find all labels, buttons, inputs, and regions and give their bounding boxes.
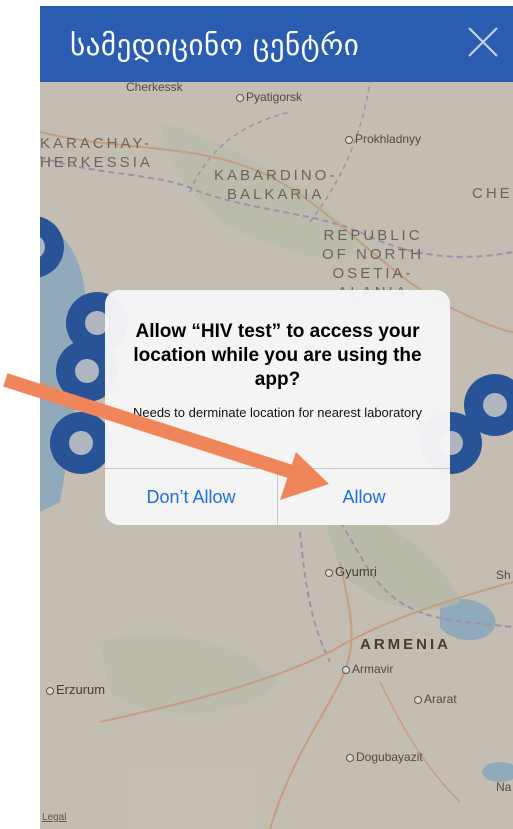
- location-permission-alert: Allow “HIV test” to access your location…: [105, 290, 450, 525]
- close-button[interactable]: [463, 22, 503, 62]
- app-header: სამედიცინო ცენტრი: [40, 6, 513, 82]
- dont-allow-button[interactable]: Don’t Allow: [105, 469, 277, 525]
- phone-screen: სამედიცინო ცენტრი Cherkessk Pyatigorsk K…: [40, 6, 513, 829]
- allow-button[interactable]: Allow: [278, 469, 450, 525]
- alert-message: Needs to derminate location for nearest …: [132, 405, 423, 420]
- close-icon: [468, 27, 498, 57]
- alert-title: Allow “HIV test” to access your location…: [133, 321, 422, 390]
- page-title: სამედიცინო ცენტრი: [70, 28, 360, 62]
